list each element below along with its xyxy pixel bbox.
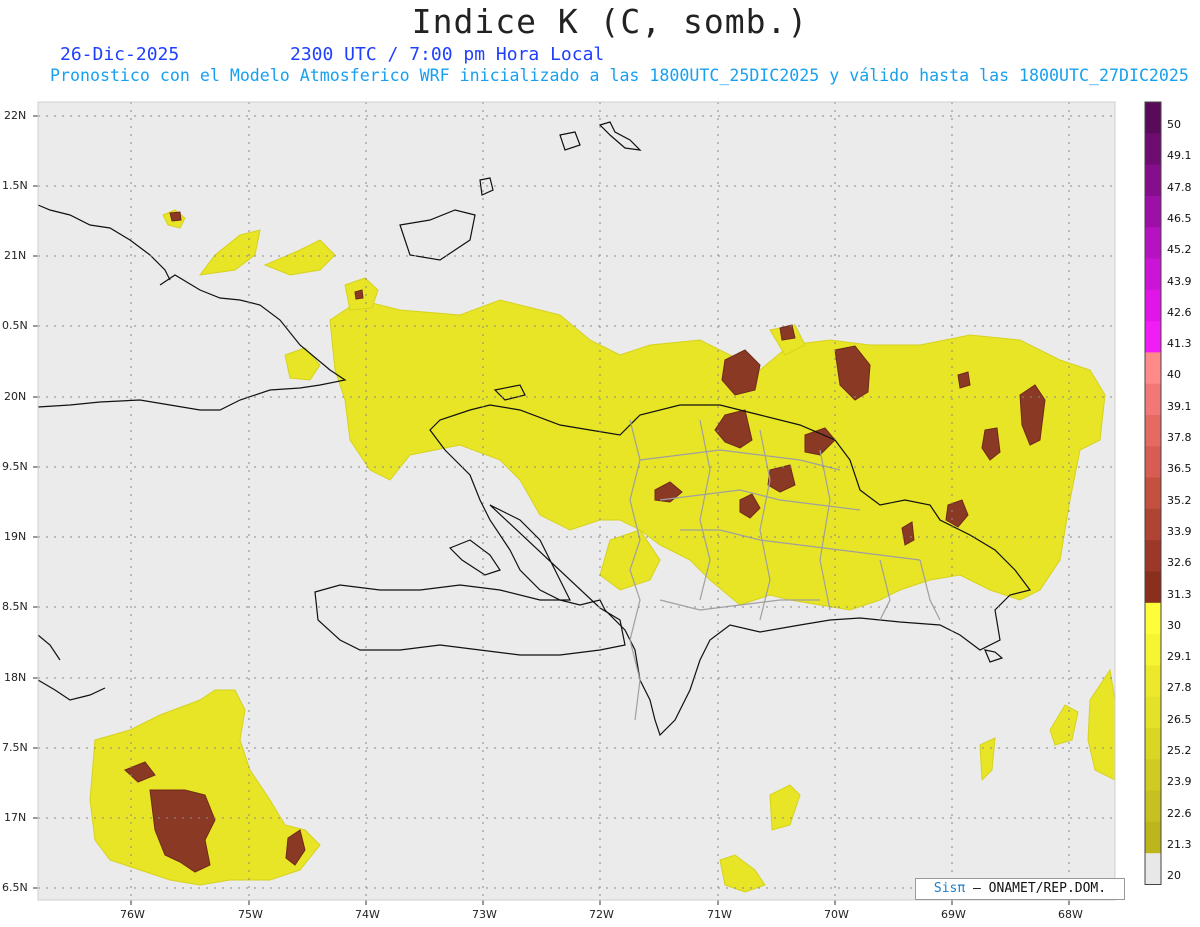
colorbar-swatch [1145,164,1161,197]
colorbar-swatch [1145,352,1161,385]
colorbar-swatch [1145,446,1161,479]
lat-label: 9.5N [2,460,28,473]
colorbar-swatch [1145,759,1161,792]
colorbar-level-label: 49.1 [1167,149,1192,163]
colorbar-swatch [1145,728,1161,760]
colorbar-swatch [1145,540,1161,572]
lat-label: 21N [4,249,27,262]
lon-label: 76W [120,908,145,921]
lon-label: 71W [707,908,732,921]
colorbar-swatch [1145,102,1161,134]
lat-label: 17N [4,811,27,824]
colorbar-swatch [1145,477,1161,510]
colorbar-level-label: 26.5 [1167,712,1192,726]
lat-label: 0.5N [2,319,28,332]
colorbar-level-label: 39.1 [1167,399,1192,413]
sispi-logo: Sisπ [933,881,966,896]
colorbar-swatch [1145,602,1161,635]
colorbar-level-label: 27.8 [1167,681,1192,695]
colorbar-swatch [1145,133,1161,166]
colorbar-swatch [1145,258,1161,291]
lat-label: 22N [4,109,27,122]
colorbar-level-label: 35.2 [1167,493,1192,507]
credit-box: Sisπ – ONAMET/REP.DOM. [915,878,1125,900]
lat-label: 19N [4,530,27,543]
colorbar-swatch [1145,571,1161,604]
colorbar-swatch [1145,821,1161,854]
lon-label: 69W [941,908,966,921]
colorbar-level-label: 36.5 [1167,462,1192,476]
colorbar-swatch [1145,665,1161,698]
colorbar-swatch [1145,696,1161,729]
credit-text: – ONAMET/REP.DOM. [965,881,1107,896]
colorbar-level-label: 22.6 [1167,806,1192,820]
lon-label: 72W [589,908,614,921]
colorbar-level-label: 21.3 [1167,837,1192,851]
colorbar-swatch [1145,227,1161,259]
colorbar [1144,101,1162,885]
lat-label: 6.5N [2,881,28,894]
lon-label: 68W [1058,908,1083,921]
lat-label: 1.5N [2,179,28,192]
colorbar-level-label: 29.1 [1167,650,1192,664]
colorbar-swatch [1145,790,1161,823]
colorbar-swatch [1145,383,1161,416]
colorbar-swatch [1145,634,1161,666]
lat-label: 7.5N [2,741,28,754]
colorbar-level-label: 20 [1167,869,1181,883]
colorbar-level-label: 50 [1167,118,1181,131]
colorbar-swatch [1145,415,1161,447]
lon-label: 73W [472,908,497,921]
colorbar-swatch [1145,321,1161,353]
colorbar-level-label: 47.8 [1167,180,1192,194]
colorbar-level-label: 32.6 [1167,556,1192,570]
colorbar-level-label: 31.3 [1167,587,1192,601]
colorbar-swatch [1145,289,1161,322]
colorbar-level-label: 42.6 [1167,305,1192,319]
lat-label: 20N [4,390,27,403]
colorbar-swatch [1145,508,1161,541]
colorbar-level-label: 37.8 [1167,431,1192,444]
colorbar-swatch [1145,853,1161,885]
lat-label: 8.5N [2,600,28,613]
colorbar-level-label: 25.2 [1167,744,1192,757]
colorbar-level-label: 30 [1167,618,1181,632]
lat-label: 18N [4,671,27,684]
k-index-map [33,101,1162,905]
colorbar-level-label: 40 [1167,368,1181,382]
lon-label: 74W [355,908,380,921]
lon-label: 75W [238,908,263,921]
colorbar-level-label: 33.9 [1167,524,1192,538]
lon-label: 70W [824,908,849,921]
colorbar-level-label: 45.2 [1167,243,1192,257]
colorbar-level-label: 41.3 [1167,337,1192,351]
colorbar-level-label: 46.5 [1167,211,1192,225]
colorbar-level-label: 43.9 [1167,274,1192,288]
colorbar-level-label: 23.9 [1167,775,1192,789]
colorbar-swatch [1145,195,1161,228]
